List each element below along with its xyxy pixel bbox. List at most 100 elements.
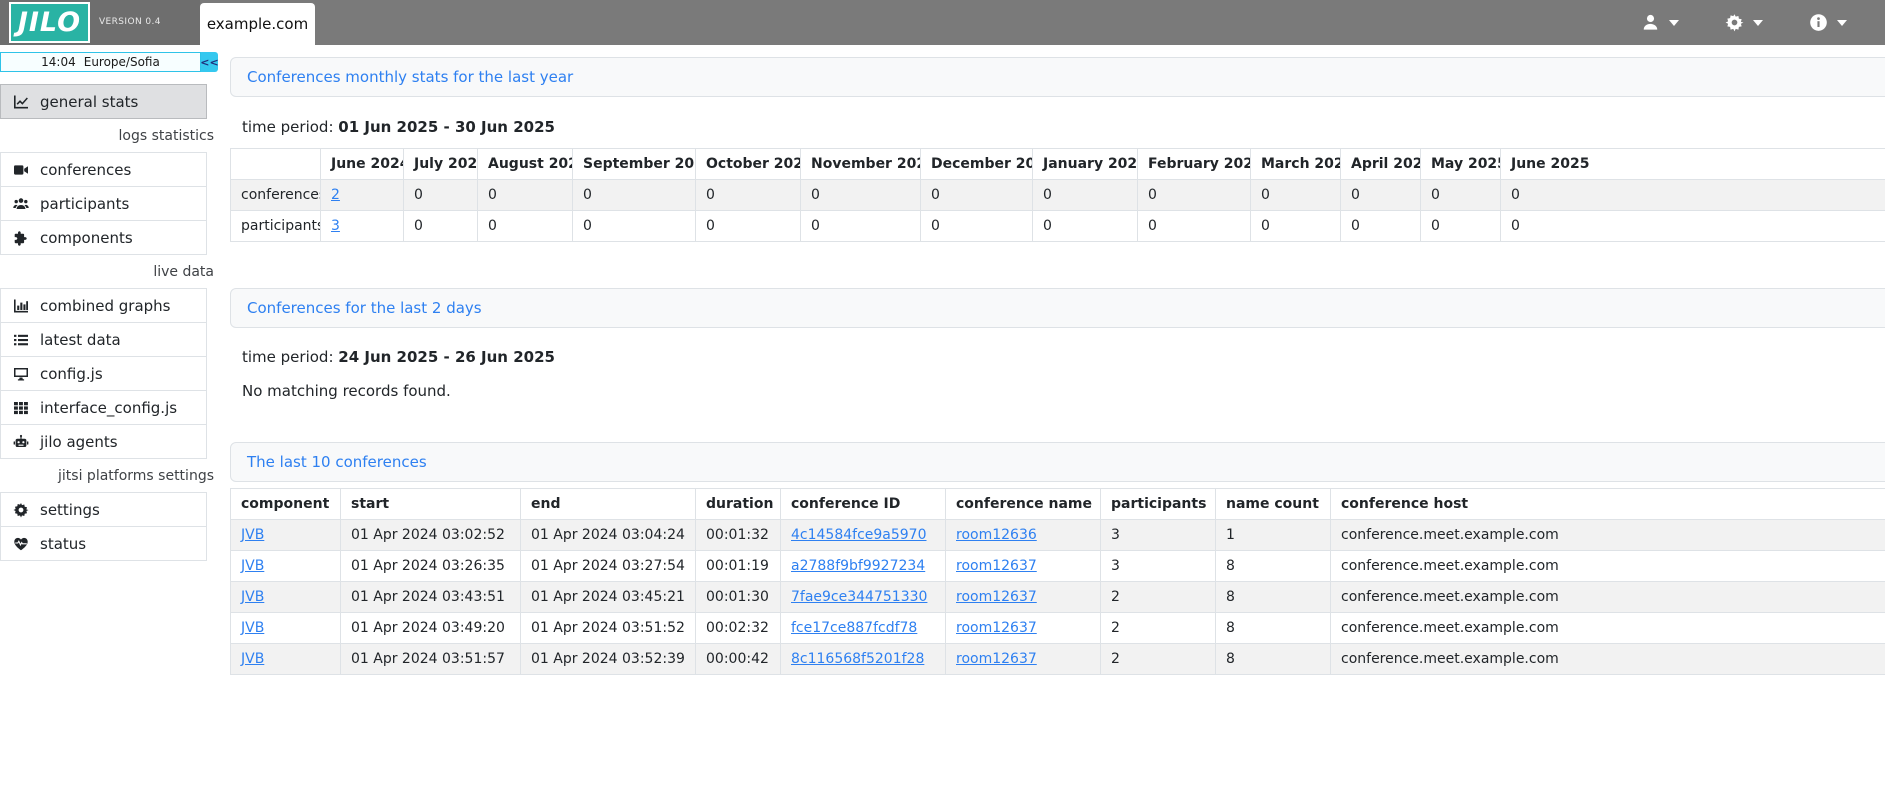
sidebar-item-latest-data[interactable]: latest data	[0, 322, 207, 357]
cell: 0	[801, 211, 921, 242]
cell: 7fae9ce344751330	[781, 582, 946, 613]
cell: 01 Apr 2024 03:26:35	[341, 551, 521, 582]
table-row: JVB01 Apr 2024 03:51:5701 Apr 2024 03:52…	[231, 644, 1885, 675]
cell: 8	[1216, 613, 1331, 644]
column-header: conference host	[1331, 489, 1885, 520]
table-row: JVB 01 Apr 2024 03:49:2001 Apr 2024 03:51…	[231, 613, 1885, 644]
time-period-value: 01 Jun 2025 - 30 Jun 2025	[338, 118, 555, 136]
sidebar-section-live-data: live data	[0, 255, 216, 289]
cell-link[interactable]: room12637	[956, 651, 1037, 667]
sidebar-item-components[interactable]: components	[0, 220, 207, 255]
column-header: August 2024	[478, 149, 573, 180]
column-header: March 2025	[1251, 149, 1341, 180]
sidebar-item-participants[interactable]: participants	[0, 186, 207, 221]
cell-link[interactable]: room12637	[956, 620, 1037, 636]
cell: 8	[1216, 644, 1331, 675]
column-header: component	[231, 489, 341, 520]
cell-link[interactable]: JVB	[241, 651, 264, 667]
column-header: end	[521, 489, 696, 520]
column-header: conference ID	[781, 489, 946, 520]
sidebar-item-jilo-agents[interactable]: jilo agents	[0, 424, 207, 459]
cell: 01 Apr 2024 03:02:52	[341, 520, 521, 551]
platform-tab-label: example.com	[207, 15, 308, 33]
cell: 2	[1101, 582, 1216, 613]
cell: 01 Apr 2024 03:51:57	[341, 644, 521, 675]
sidebar-item-conferences[interactable]: conferences	[0, 152, 207, 187]
table-row: JVB 01 Apr 2024 03:26:3501 Apr 2024 03:27…	[231, 551, 1885, 582]
cell: room12637	[946, 613, 1101, 644]
sidebar-menu: general statslogs statisticsconferencesp…	[0, 85, 218, 561]
sidebar-item-config-js[interactable]: config.js	[0, 356, 207, 391]
panel-last10-title-link[interactable]: The last 10 conferences	[247, 453, 427, 471]
cell: 01 Apr 2024 03:51:52	[521, 613, 696, 644]
cell: conference.meet.example.com	[1331, 520, 1885, 551]
clock-time: 14:04	[41, 55, 76, 69]
cell: 1	[1216, 520, 1331, 551]
app-logo: JILO	[9, 2, 90, 43]
cell: 0	[1341, 180, 1421, 211]
user-menu[interactable]	[1641, 13, 1679, 32]
cell: 0	[801, 180, 921, 211]
column-header	[231, 149, 321, 180]
cell: 00:01:19	[696, 551, 781, 582]
users-icon	[12, 196, 30, 212]
cell-link[interactable]: 4c14584fce9a5970	[791, 527, 927, 543]
cell-link[interactable]: a2788f9bf9927234	[791, 558, 925, 574]
cell-link[interactable]: JVB	[241, 558, 264, 574]
sidebar-item-interface-config-js[interactable]: interface_config.js	[0, 390, 207, 425]
cell-link[interactable]: room12636	[956, 527, 1037, 543]
column-header: May 2025	[1421, 149, 1501, 180]
column-header: start	[341, 489, 521, 520]
cell: 0	[1421, 211, 1501, 242]
column-header: participants	[1101, 489, 1216, 520]
cell: 3	[321, 211, 404, 242]
panel-last10-header: The last 10 conferences	[230, 442, 1885, 482]
cell: 0	[404, 211, 478, 242]
table-row: conferences2000000000000	[231, 180, 1885, 211]
sidebar-item-general-stats[interactable]: general stats	[0, 84, 207, 119]
sidebar-item-label: conferences	[40, 161, 131, 179]
cell: fce17ce887fcdf78	[781, 613, 946, 644]
cell: 01 Apr 2024 03:43:51	[341, 582, 521, 613]
cell: JVB	[231, 520, 341, 551]
table-header-row: June 2024July 2024August 2024September 2…	[231, 149, 1885, 180]
panel-last2days-title-link[interactable]: Conferences for the last 2 days	[247, 299, 482, 317]
column-header: February 2025	[1138, 149, 1251, 180]
platform-tab-example-com[interactable]: example.com	[200, 3, 315, 45]
info-menu[interactable]	[1809, 13, 1847, 32]
monthly-stats-table: June 2024July 2024August 2024September 2…	[230, 148, 1885, 242]
cell: 2	[1101, 613, 1216, 644]
sidebar-collapse-button[interactable]: <<	[201, 52, 218, 72]
cell: 00:01:30	[696, 582, 781, 613]
column-header: January 2025	[1033, 149, 1138, 180]
sidebar-item-label: settings	[40, 501, 100, 519]
cell-link[interactable]: room12637	[956, 558, 1037, 574]
sidebar-item-status[interactable]: status	[0, 526, 207, 561]
sidebar-item-settings[interactable]: settings	[0, 492, 207, 527]
cell: 0	[573, 211, 696, 242]
cell: 01 Apr 2024 03:04:24	[521, 520, 696, 551]
settings-menu[interactable]	[1725, 13, 1763, 32]
cell: 00:02:32	[696, 613, 781, 644]
cell: conference.meet.example.com	[1331, 613, 1885, 644]
cell-link[interactable]: room12637	[956, 589, 1037, 605]
cell-link[interactable]: 7fae9ce344751330	[791, 589, 927, 605]
cell-link[interactable]: fce17ce887fcdf78	[791, 620, 917, 636]
cell-link[interactable]: 8c116568f5201f28	[791, 651, 924, 667]
cell: 4c14584fce9a5970	[781, 520, 946, 551]
cell: 0	[1033, 180, 1138, 211]
cell-link[interactable]: JVB	[241, 589, 264, 605]
cell: 0	[1421, 180, 1501, 211]
cell: 0	[696, 211, 801, 242]
sidebar-item-combined-graphs[interactable]: combined graphs	[0, 288, 207, 323]
cell-link[interactable]: JVB	[241, 620, 264, 636]
cell-link[interactable]: JVB	[241, 527, 264, 543]
user-icon	[1641, 13, 1660, 32]
panel-monthly-stats-title-link[interactable]: Conferences monthly stats for the last y…	[247, 68, 573, 86]
cell-link[interactable]: 3	[331, 218, 340, 234]
cell: conference.meet.example.com	[1331, 551, 1885, 582]
desktop-icon	[12, 366, 30, 382]
cell-link[interactable]: 2	[331, 187, 340, 203]
cell: 01 Apr 2024 03:49:20	[341, 613, 521, 644]
cell: 01 Apr 2024 03:27:54	[521, 551, 696, 582]
